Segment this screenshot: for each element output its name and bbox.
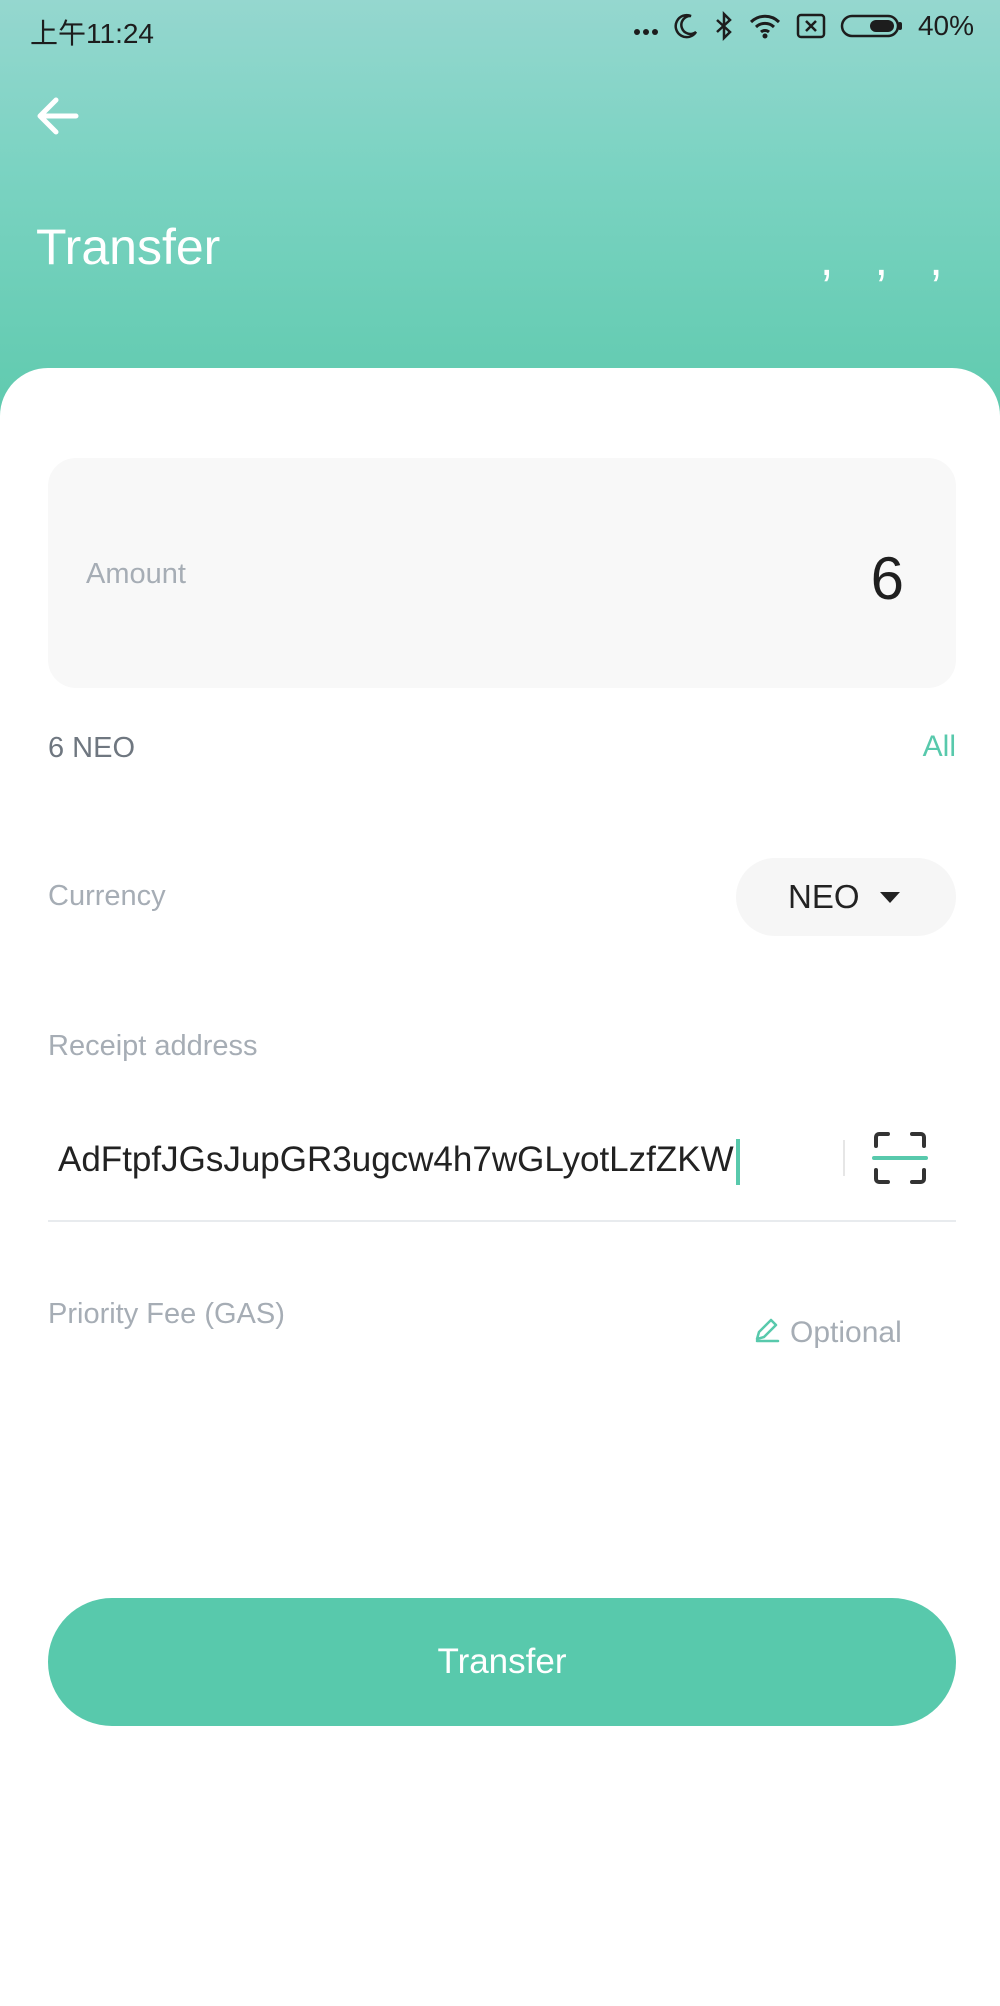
- status-bar: 上午11:24 40%: [0, 0, 1000, 56]
- currency-select[interactable]: NEO: [736, 858, 956, 936]
- scan-qr-icon[interactable]: [872, 1130, 928, 1186]
- wifi-icon: [748, 12, 782, 40]
- optional-fee-button[interactable]: Optional: [752, 1314, 902, 1352]
- receipt-address-value: AdFtpfJGsJupGR3ugcw4h7wGLyotLzfZKW: [58, 1140, 734, 1179]
- no-sim-icon: [796, 12, 826, 40]
- status-time: 上午11:24: [30, 18, 154, 49]
- caret-down-icon: [879, 891, 900, 903]
- receipt-address-input[interactable]: AdFtpfJGsJupGR3ugcw4h7wGLyotLzfZKW: [48, 1120, 838, 1200]
- pencil-icon: [752, 1314, 782, 1352]
- battery-icon: [840, 12, 904, 40]
- currency-value: NEO: [788, 878, 860, 915]
- amount-input[interactable]: Amount 6: [48, 458, 956, 688]
- bluetooth-icon: [714, 11, 734, 41]
- address-divider: [843, 1140, 845, 1176]
- currency-label: Currency: [48, 880, 166, 912]
- optional-label: Optional: [790, 1316, 902, 1349]
- back-arrow-icon[interactable]: [30, 88, 86, 144]
- page-title: Transfer: [36, 219, 221, 275]
- balance-text: 6 NEO: [48, 732, 136, 764]
- header-decoration: , , ,: [820, 233, 957, 286]
- moon-icon: [674, 12, 700, 40]
- more-dots-icon: [632, 12, 660, 40]
- transfer-screen: 上午11:24 40% Transfer , , , Amount 6 6 NE…: [0, 0, 1000, 2006]
- amount-label: Amount: [86, 558, 186, 590]
- battery-percent: 40%: [917, 10, 974, 41]
- amount-value: 6: [870, 545, 904, 612]
- all-button[interactable]: All: [923, 730, 956, 764]
- transfer-button[interactable]: Transfer: [48, 1598, 956, 1726]
- priority-fee-label: Priority Fee (GAS): [48, 1298, 285, 1330]
- status-icons: 40%: [632, 10, 974, 42]
- header-background: [0, 0, 1000, 420]
- text-cursor: [735, 1138, 740, 1185]
- receipt-address-label: Receipt address: [48, 1030, 258, 1062]
- address-underline: [48, 1220, 956, 1222]
